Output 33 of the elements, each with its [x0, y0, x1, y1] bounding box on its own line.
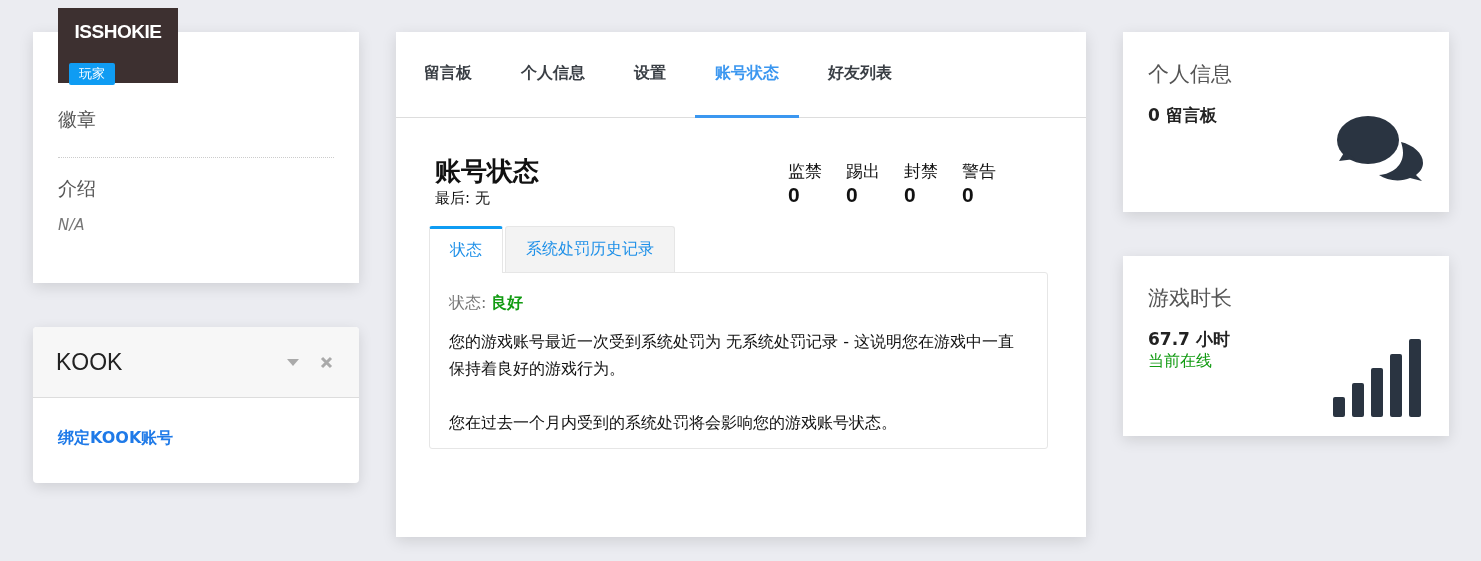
counter-value: 0 — [788, 183, 801, 207]
status-value: 良好 — [491, 293, 524, 312]
card-title: KOOK — [56, 348, 124, 376]
online-status: 当前在线 — [1148, 351, 1213, 372]
description-paragraph: 您的游戏账号最近一次受到系统处罚为 无系统处罚记录 - 这说明您在游戏中一直保持着良好的游戏行为。 — [449, 331, 1016, 380]
nav-tab[interactable]: 留言板 — [404, 32, 492, 118]
close-icon[interactable] — [320, 355, 333, 369]
counter-value: 0 — [846, 183, 859, 207]
counter-value: 0 — [962, 183, 975, 207]
section-title: 账号状态 — [435, 155, 539, 188]
nav-tab[interactable]: 设置 — [614, 32, 686, 118]
status-label: 状态: — [449, 293, 487, 312]
caret-icon[interactable] — [287, 358, 299, 366]
counter-value: 0 — [904, 183, 917, 207]
stat-value: 0 留言板 — [1148, 104, 1218, 127]
nav-tab[interactable]: 个人信息 — [501, 32, 605, 118]
stat-title: 游戏时长 — [1148, 285, 1232, 312]
description-paragraph: 您在过去一个月内受到的系统处罚将会影响您的游戏账号状态。 — [449, 412, 898, 434]
stat-title: 个人信息 — [1148, 61, 1232, 88]
nav-tab[interactable]: 好友列表 — [808, 32, 912, 118]
counter-label: 封禁 — [904, 160, 938, 183]
counter-label: 踢出 — [846, 160, 880, 183]
sub-tab[interactable]: 状态 — [429, 226, 503, 273]
badges-heading: 徽章 — [58, 107, 97, 132]
stat-value: 67.7 小时 — [1148, 328, 1231, 351]
role-badge: 玩家 — [69, 63, 115, 85]
counter-label: 监禁 — [788, 160, 822, 183]
intro-heading: 介绍 — [58, 176, 97, 201]
last-penalty-text: 最后: 无 — [435, 189, 491, 208]
intro-text: N/A — [58, 216, 86, 234]
bind-account-link[interactable]: 绑定KOOK账号 — [58, 428, 174, 447]
counter-label: 警告 — [962, 160, 996, 183]
username: ISSHOKIE — [74, 22, 162, 43]
